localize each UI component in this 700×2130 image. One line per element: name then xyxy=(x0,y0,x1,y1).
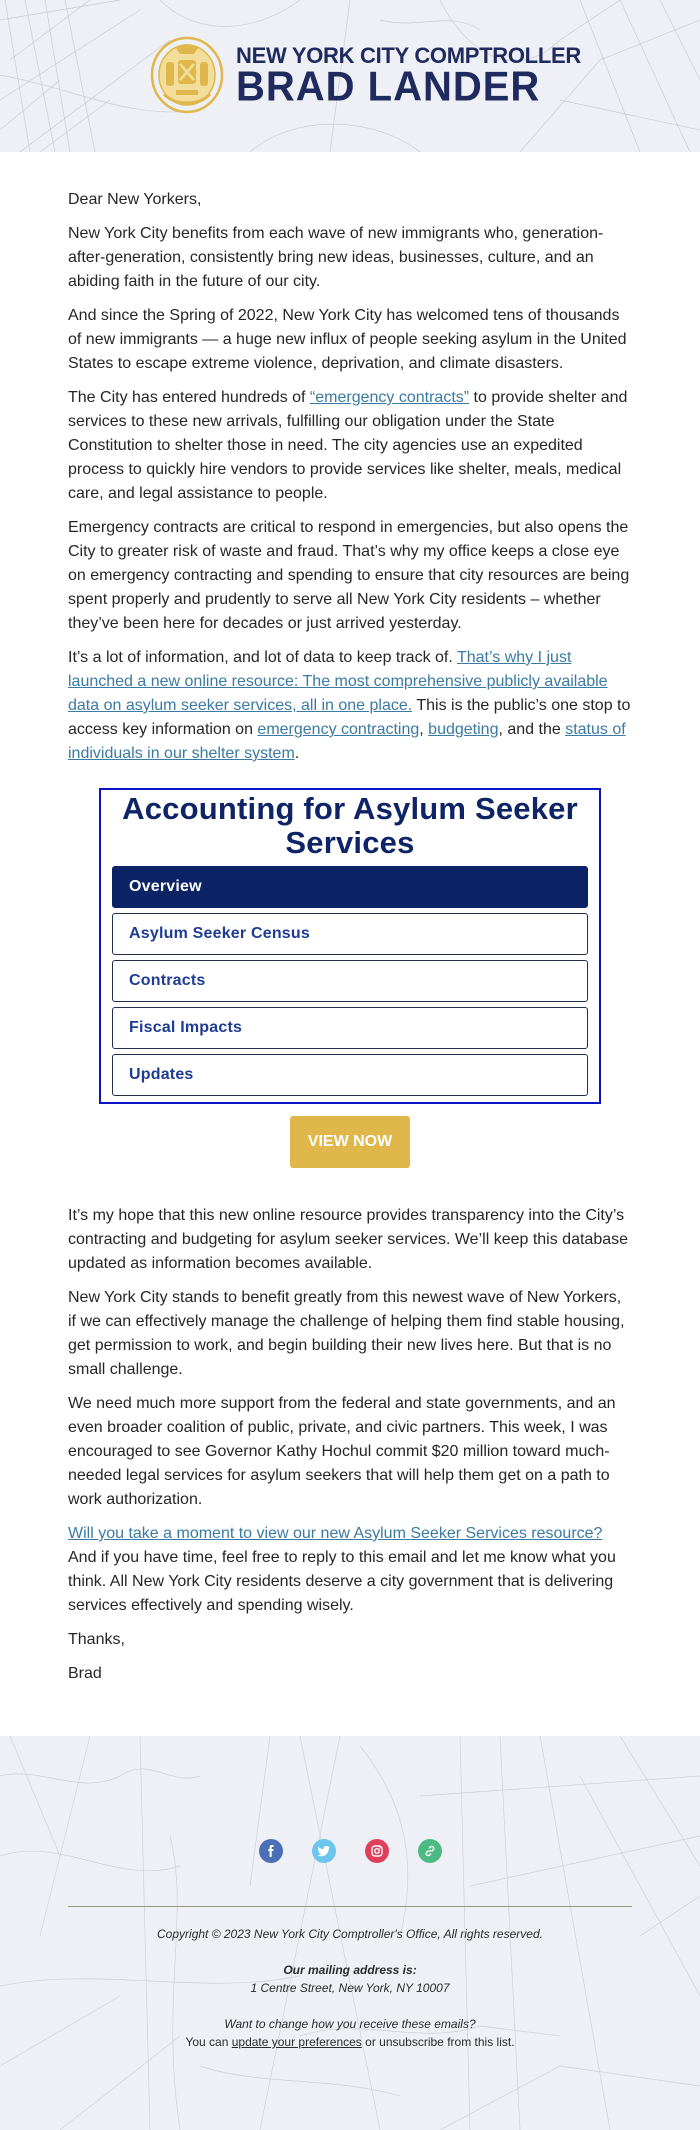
preferences-text: You can xyxy=(185,2035,232,2049)
card-nav-updates[interactable]: Updates xyxy=(112,1054,588,1096)
letter-body-continued: It’s my hope that this new online resour… xyxy=(0,1168,700,1726)
card-nav-overview[interactable]: Overview xyxy=(112,866,588,908)
period: . xyxy=(294,745,300,762)
resource-card[interactable]: Accounting for Asylum Seeker Services Ov… xyxy=(99,788,601,1104)
view-resource-link[interactable]: Will you take a moment to view our new A… xyxy=(68,1525,602,1542)
closing: Thanks, xyxy=(68,1631,125,1648)
greeting: Dear New Yorkers, xyxy=(68,191,202,208)
instagram-icon xyxy=(370,1845,383,1857)
mailing-address: 1 Centre Street, New York, NY 10007 xyxy=(250,1981,450,1995)
paragraph-5-text: It’s a lot of information, and lot of da… xyxy=(68,649,457,666)
card-nav-contracts[interactable]: Contracts xyxy=(112,960,588,1002)
separator: , xyxy=(419,721,429,738)
paragraph-5: It’s a lot of information, and lot of da… xyxy=(68,646,632,766)
paragraph-3: The City has entered hundreds of “emerge… xyxy=(68,386,632,506)
paragraph-2: And since the Spring of 2022, New York C… xyxy=(68,307,627,372)
card-title: Accounting for Asylum Seeker Services xyxy=(122,791,578,860)
copyright: Copyright © 2023 New York City Comptroll… xyxy=(157,1927,543,1941)
paragraph-4: Emergency contracts are critical to resp… xyxy=(68,519,630,632)
paragraph-7: New York City stands to benefit greatly … xyxy=(68,1289,625,1378)
instagram-link[interactable] xyxy=(364,1839,389,1863)
card-nav-asylum-seeker-census[interactable]: Asylum Seeker Census xyxy=(112,913,588,955)
resource-card-section: Accounting for Asylum Seeker Services Ov… xyxy=(0,776,700,1168)
view-now-button[interactable]: VIEW NOW xyxy=(290,1116,410,1168)
nyc-seal-icon xyxy=(150,36,224,114)
footer-divider xyxy=(68,1906,632,1907)
mailing-address-label: Our mailing address is: xyxy=(283,1963,417,1977)
facebook-icon xyxy=(267,1845,273,1857)
facebook-link[interactable] xyxy=(258,1839,283,1863)
signature: Brad xyxy=(68,1665,102,1682)
link-icon xyxy=(425,1845,434,1857)
email-footer: Copyright © 2023 New York City Comptroll… xyxy=(0,1736,700,2130)
brand-logo[interactable]: NEW YORK CITY COMPTROLLER BRAD LANDER xyxy=(150,36,581,114)
update-preferences-link[interactable]: update your preferences xyxy=(232,2035,362,2049)
budgeting-link[interactable]: budgeting xyxy=(428,721,498,738)
card-nav-fiscal-impacts[interactable]: Fiscal Impacts xyxy=(112,1007,588,1049)
paragraph-9-text: And if you have time, feel free to reply… xyxy=(68,1549,616,1614)
paragraph-9: Will you take a moment to view our new A… xyxy=(68,1522,632,1618)
social-links xyxy=(0,1839,700,1863)
unsubscribe-text: or unsubscribe from this list. xyxy=(361,2035,515,2049)
footer-text: Copyright © 2023 New York City Comptroll… xyxy=(0,1925,700,2051)
separator: , and the xyxy=(498,721,566,738)
paragraph-8: We need much more support from the feder… xyxy=(68,1395,616,1508)
paragraph-1: New York City benefits from each wave of… xyxy=(68,225,604,290)
twitter-icon xyxy=(316,1846,330,1857)
website-link[interactable] xyxy=(417,1839,442,1863)
emergency-contracting-link[interactable]: emergency contracting xyxy=(257,721,419,738)
comptroller-name: BRAD LANDER xyxy=(236,63,541,111)
preferences-line: You can update your preferences or unsub… xyxy=(0,2033,700,2051)
emergency-contracts-link[interactable]: “emergency contracts” xyxy=(310,389,469,406)
email-header: NEW YORK CITY COMPTROLLER BRAD LANDER xyxy=(0,0,700,152)
paragraph-6: It’s my hope that this new online resour… xyxy=(68,1207,629,1272)
paragraph-3-text: The City has entered hundreds of xyxy=(68,389,310,406)
letter-body: Dear New Yorkers, New York City benefits… xyxy=(0,152,700,766)
twitter-link[interactable] xyxy=(311,1839,336,1863)
preferences-prompt: Want to change how you receive these ema… xyxy=(224,2017,476,2031)
